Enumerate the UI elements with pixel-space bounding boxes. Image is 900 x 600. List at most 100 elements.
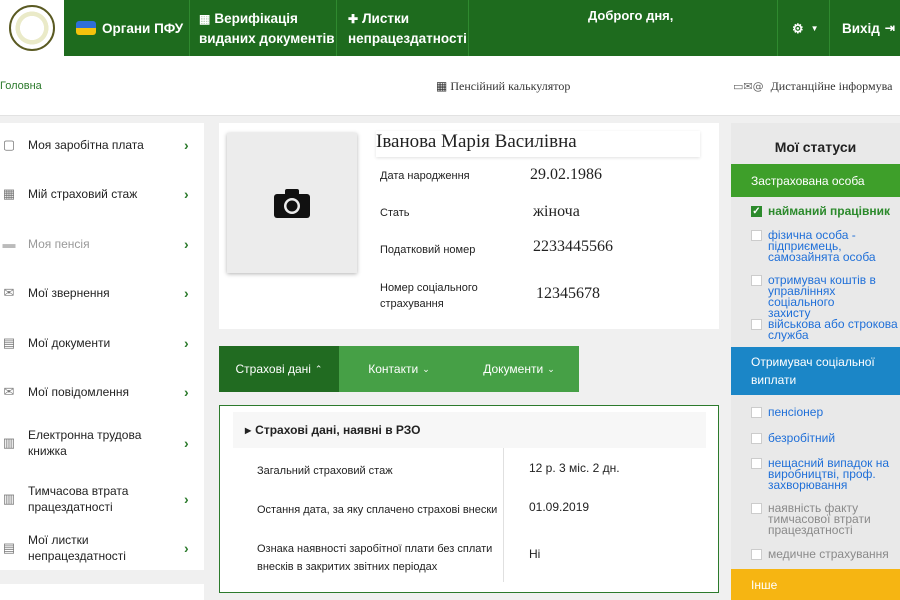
- sidebar-item-documents[interactable]: ▤ Мої документи ›: [0, 328, 204, 358]
- sex-label: Стать: [380, 207, 410, 219]
- tab-label: Документи: [483, 362, 544, 376]
- folder-icon: ▬: [2, 236, 16, 251]
- status-group-insured-label: Застрахована особа: [751, 173, 865, 188]
- total-insurance-record-label: Загальний страховий стаж: [257, 465, 393, 477]
- social-insurance-label-line1: Номер соціального: [380, 282, 478, 294]
- status-pensioner: пенсіонер: [731, 405, 900, 419]
- settings-dropdown-button[interactable]: ⚙ ▼: [792, 0, 819, 56]
- logout-icon: ⇥: [884, 20, 895, 35]
- camera-icon: [274, 189, 310, 218]
- sidebar-item-label: Мої документи: [28, 336, 111, 350]
- unpaid-salary-flag-value: Ні: [529, 547, 541, 561]
- sidebar-item-label: Моя пенсія: [28, 237, 90, 251]
- divider: [777, 0, 778, 56]
- full-name: Іванова Марія Василівна: [376, 131, 700, 157]
- tab-insurance-data[interactable]: Страхові дані ⌃: [219, 346, 339, 392]
- document-icon: ▤: [2, 540, 16, 555]
- sidebar-item-workbook[interactable]: ▥ Електронна трудова книжка ›: [0, 426, 204, 460]
- sidebar-item-salary[interactable]: ▢ Моя заробітна плата ›: [0, 130, 204, 160]
- sidebar-item-label: Моя заробітна плата: [28, 138, 144, 152]
- chevron-right-icon: ›: [184, 491, 189, 507]
- profile-photo-placeholder[interactable]: [227, 133, 357, 273]
- chevron-down-icon: ⌄: [547, 363, 555, 374]
- status-temporary-disability: наявність факту тимчасової втрати працез…: [731, 502, 900, 537]
- status-group-recipient-label-line2: виплати: [751, 373, 797, 387]
- checkbox-icon: [751, 407, 762, 418]
- sidebar-item-messages[interactable]: ✉ Мої повідомлення ›: [0, 377, 204, 407]
- greeting-text: Доброго дня,: [588, 7, 674, 23]
- remote-info-link[interactable]: ▭✉@ Дистанційне інформува: [733, 79, 892, 94]
- profile-card: Іванова Марія Василівна Дата народження …: [219, 123, 719, 329]
- social-insurance-label-line2: страхування: [380, 298, 444, 310]
- verification-button[interactable]: ▦ Верифікація виданих документів: [199, 0, 335, 56]
- status-line: пенсіонер: [768, 405, 824, 419]
- pension-calculator-link[interactable]: ▦ Пенсійний калькулятор: [436, 79, 570, 94]
- exit-button[interactable]: Вихід ⇥: [842, 0, 895, 56]
- sick-leave-label-line1: Листки: [362, 10, 410, 26]
- social-insurance-value: 12345678: [536, 285, 600, 302]
- tab-label: Страхові дані: [235, 362, 311, 376]
- status-medical-insurance: медичне страхування: [731, 548, 900, 560]
- column-divider: [503, 448, 504, 582]
- total-insurance-record-value: 12 р. 3 міс. 2 дн.: [529, 461, 620, 475]
- top-navigation-bar: Органи ПФУ ▦ Верифікація виданих документ…: [0, 0, 900, 56]
- tab-contacts[interactable]: Контакти ⌄: [339, 346, 459, 392]
- sidebar-item-label: Електронна трудова книжка: [28, 428, 142, 458]
- tab-label: Контакти: [368, 362, 419, 376]
- tab-documents[interactable]: Документи ⌄: [459, 346, 579, 392]
- sick-leave-label-line2: непрацездатності: [348, 30, 467, 46]
- secondary-bar: Головна ▦ Пенсійний калькулятор ▭✉@ Дист…: [0, 56, 900, 116]
- chevron-right-icon: ›: [184, 137, 189, 153]
- status-line: працездатності: [768, 523, 853, 537]
- checkbox-icon: [751, 458, 762, 469]
- checkbox-icon: [751, 503, 762, 514]
- breadcrumb-home[interactable]: Головна: [0, 80, 42, 92]
- exit-label: Вихід: [842, 20, 880, 36]
- org-menu-button[interactable]: Органи ПФУ: [76, 0, 183, 56]
- status-unemployed: безробітний: [731, 431, 900, 445]
- pfu-logo[interactable]: [0, 0, 64, 56]
- caret-right-icon: ▶: [245, 425, 252, 435]
- checkbox-icon: [751, 549, 762, 560]
- last-paid-date-label: Остання дата, за яку сплачено страхові в…: [257, 504, 498, 516]
- calendar-icon: ▦: [2, 186, 16, 201]
- divider: [336, 0, 337, 56]
- status-line: служба: [768, 328, 809, 342]
- status-line: самозайнята особа: [768, 250, 876, 264]
- sidebar-item-insurance-record[interactable]: ▦ Мій страховий стаж ›: [0, 179, 204, 209]
- envelope-icon: ✉: [3, 384, 15, 399]
- unpaid-salary-flag-label-line1: Ознака наявності заробітної плати без сп…: [257, 543, 493, 555]
- envelope-icon: ✉: [3, 285, 15, 300]
- chevron-right-icon: ›: [184, 435, 189, 451]
- divider: [829, 0, 830, 56]
- status-group-recipient: Отримувач соціальної виплати: [731, 347, 900, 395]
- status-employee: ✓ найманий працівник: [731, 205, 900, 217]
- sick-leave-button[interactable]: ✚ Листки непрацездатності: [348, 0, 467, 56]
- chevron-right-icon: ›: [184, 335, 189, 351]
- gear-icon: ⚙: [792, 20, 804, 36]
- sidebar-item-pension[interactable]: ▬ Моя пенсія ›: [0, 229, 204, 259]
- workbook-icon: ▥: [2, 435, 16, 450]
- status-workplace-accident: нещасний випадок на виробництві, проф. з…: [731, 457, 900, 491]
- status-group-insured: Застрахована особа: [731, 164, 900, 197]
- insurance-data-accordion-header[interactable]: ▶ Страхові дані, наявні в РЗО: [233, 412, 706, 448]
- chevron-up-icon: ⌃: [314, 363, 323, 374]
- sidebar-item-sick-leaves[interactable]: ▤ Мої листки непрацездатності ›: [0, 531, 204, 565]
- status-group-recipient-label-line1: Отримувач соціальної: [751, 355, 875, 369]
- status-social-protection-recipient: отримувач коштів в управліннях соціально…: [731, 274, 900, 319]
- checkbox-icon: [751, 433, 762, 444]
- sidebar-item-label: Мій страховий стаж: [28, 187, 138, 201]
- sidebar-item-temporary-disability[interactable]: ▥ Тимчасова втрата працездатності ›: [0, 482, 204, 516]
- caret-down-icon: ▼: [810, 23, 819, 33]
- sidebar-item-label: Мої повідомлення: [28, 385, 130, 399]
- checkbox-icon: [751, 230, 762, 241]
- status-line: безробітний: [768, 431, 836, 445]
- sidebar-item-appeals[interactable]: ✉ Мої звернення ›: [0, 278, 204, 308]
- left-sidebar: ▢ Моя заробітна плата › ▦ Мій страховий …: [0, 123, 204, 570]
- monitor-icon: ▭✉@: [733, 80, 764, 93]
- last-paid-date-value: 01.09.2019: [529, 500, 590, 514]
- sidebar-lower-panel: [0, 584, 204, 600]
- chevron-right-icon: ›: [184, 540, 189, 556]
- checkbox-checked-icon: ✓: [751, 206, 762, 217]
- pension-calculator-label: Пенсійний калькулятор: [450, 79, 571, 93]
